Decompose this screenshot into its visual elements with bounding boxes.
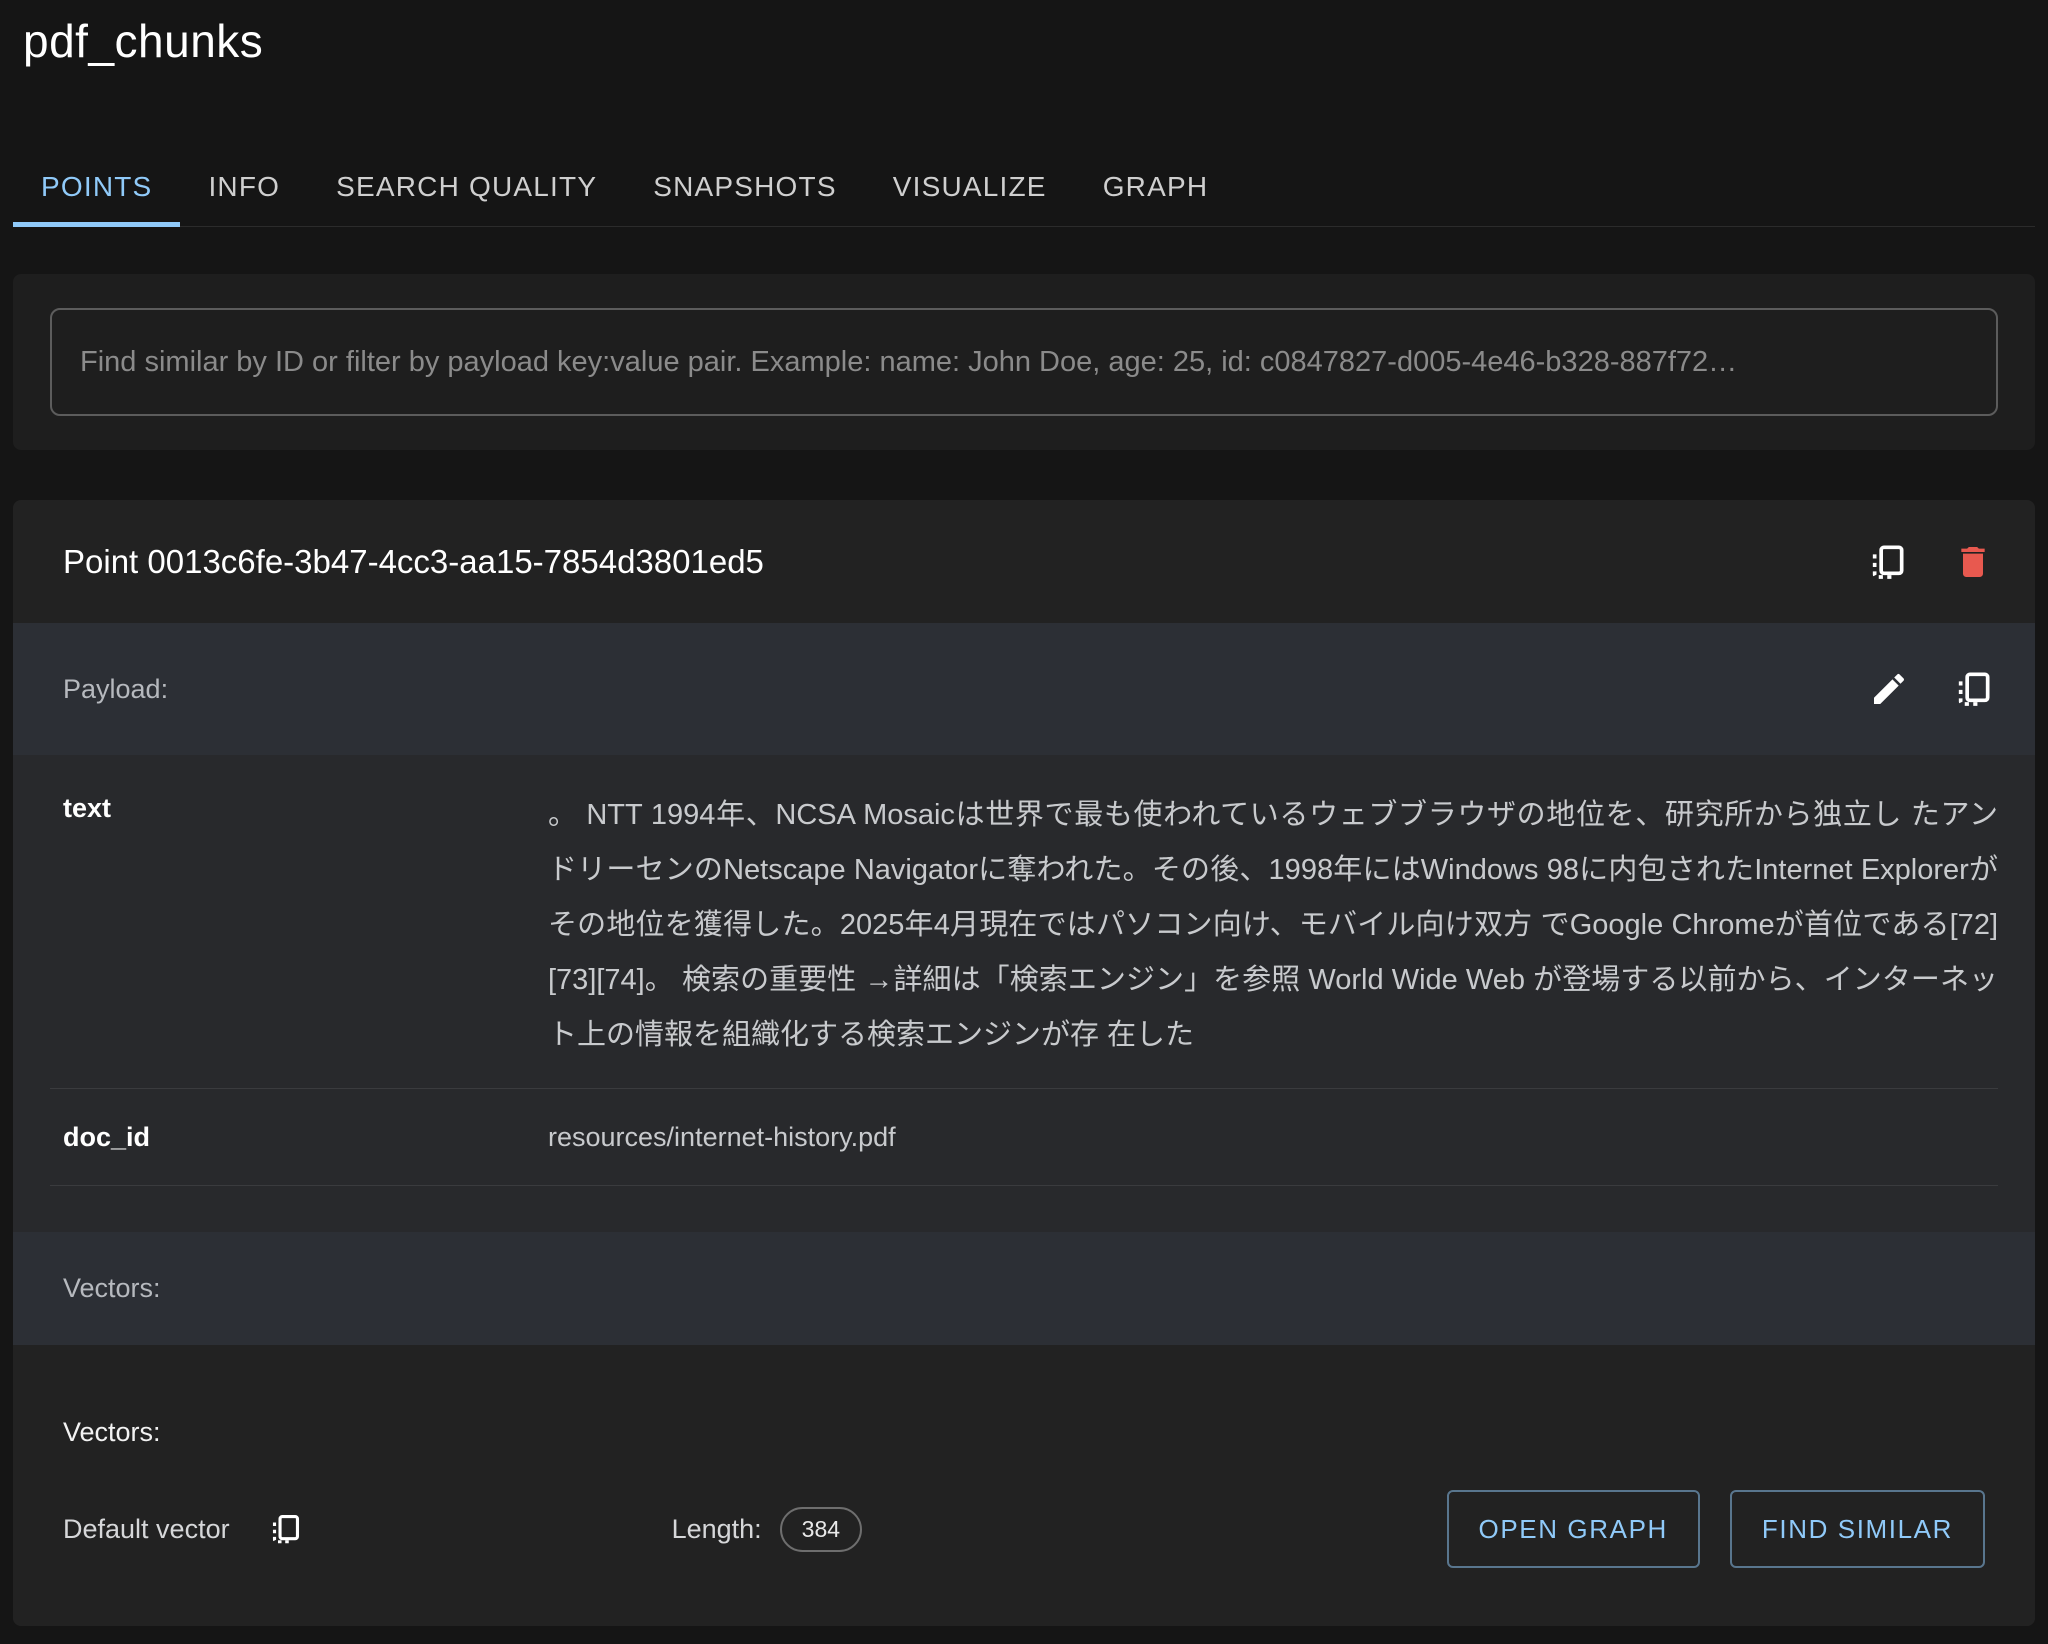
collection-tabs: POINTS INFO SEARCH QUALITY SNAPSHOTS VIS… [13, 148, 2035, 227]
field-value: 。 NTT 1994年、NCSA Mosaicは世界で最も使われているウェブブラ… [548, 799, 1998, 1051]
point-header: Point 0013c6fe-3b47-4cc3-aa15-7854d3801e… [13, 500, 2035, 623]
default-vector-row: Default vector Length: 384 OPEN GRAPH FI… [63, 1490, 1985, 1568]
payload-label: Payload: [63, 673, 169, 704]
default-vector-label: Default vector [63, 1513, 230, 1544]
copy-vector-icon[interactable] [268, 1512, 302, 1546]
tab-visualize[interactable]: VISUALIZE [865, 148, 1075, 226]
length-value-chip: 384 [779, 1506, 863, 1552]
payload-field-text: text 。 NTT 1994年、NCSA Mosaicは世界で最も使われている… [50, 755, 1998, 1089]
collection-page: pdf_chunks POINTS INFO SEARCH QUALITY SN… [0, 14, 2048, 1626]
tab-info[interactable]: INFO [180, 148, 308, 226]
tab-graph[interactable]: GRAPH [1075, 148, 1237, 226]
page-title: pdf_chunks [23, 15, 264, 67]
tab-search-quality[interactable]: SEARCH QUALITY [308, 148, 625, 226]
vectors-band: Vectors: [13, 1232, 2035, 1345]
copy-payload-icon[interactable] [1953, 669, 1993, 709]
point-title: Point 0013c6fe-3b47-4cc3-aa15-7854d3801e… [63, 542, 764, 580]
tab-snapshots[interactable]: SNAPSHOTS [625, 148, 865, 226]
edit-payload-icon[interactable] [1869, 669, 1909, 709]
length-label: Length: [671, 1513, 762, 1544]
copy-point-icon[interactable] [1867, 542, 1907, 582]
payload-field-doc-id: doc_id resources/internet-history.pdf [50, 1089, 1998, 1186]
open-graph-button[interactable]: OPEN GRAPH [1446, 1490, 1700, 1568]
vector-length: Length: 384 [671, 1506, 863, 1552]
payload-band: Payload: [13, 623, 2035, 755]
field-key: doc_id [63, 1122, 151, 1152]
vectors-band-label: Vectors: [63, 1273, 161, 1303]
vectors-heading: Vectors: [63, 1417, 161, 1447]
payload-content: text 。 NTT 1994年、NCSA Mosaicは世界で最も使われている… [13, 755, 2035, 1232]
tab-points[interactable]: POINTS [13, 148, 181, 227]
search-card [13, 274, 2035, 450]
find-similar-button[interactable]: FIND SIMILAR [1729, 1490, 1985, 1568]
field-key: text [63, 793, 112, 823]
point-card: Point 0013c6fe-3b47-4cc3-aa15-7854d3801e… [13, 500, 2035, 1626]
field-value: resources/internet-history.pdf [548, 1122, 896, 1152]
search-input[interactable] [50, 308, 1998, 416]
delete-point-icon[interactable] [1953, 542, 1993, 582]
vectors-section: Vectors: Default vector Length: 384 OPEN… [13, 1345, 2035, 1626]
